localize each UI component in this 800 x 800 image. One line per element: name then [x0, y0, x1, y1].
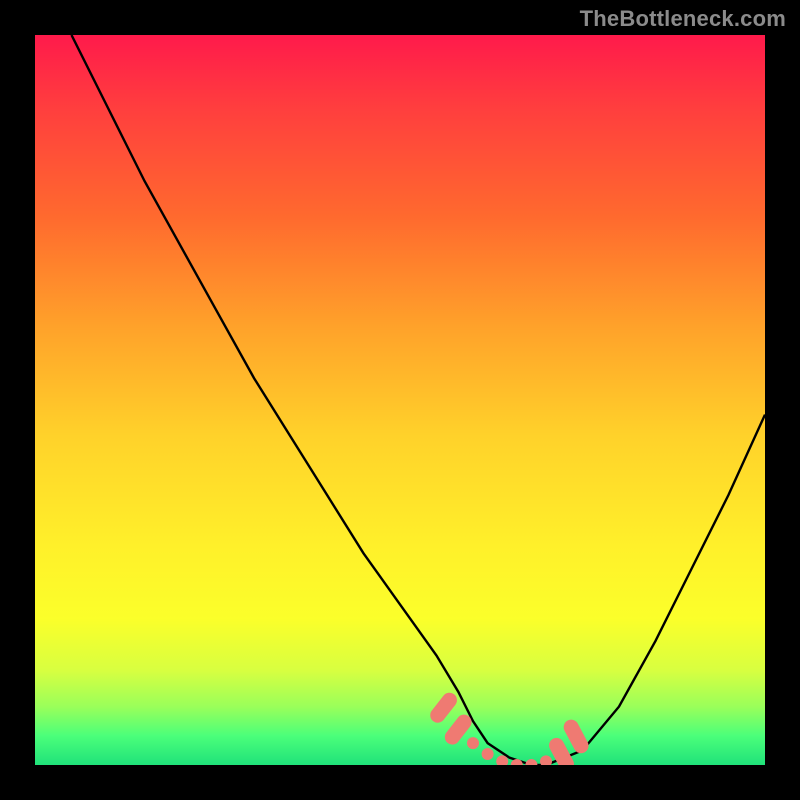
- curve-svg: [35, 35, 765, 765]
- plot-area: [35, 35, 765, 765]
- chart-frame: TheBottleneck.com: [0, 0, 800, 800]
- watermark-text: TheBottleneck.com: [580, 6, 786, 32]
- bottleneck-curve: [72, 35, 766, 765]
- target-band: [427, 690, 591, 765]
